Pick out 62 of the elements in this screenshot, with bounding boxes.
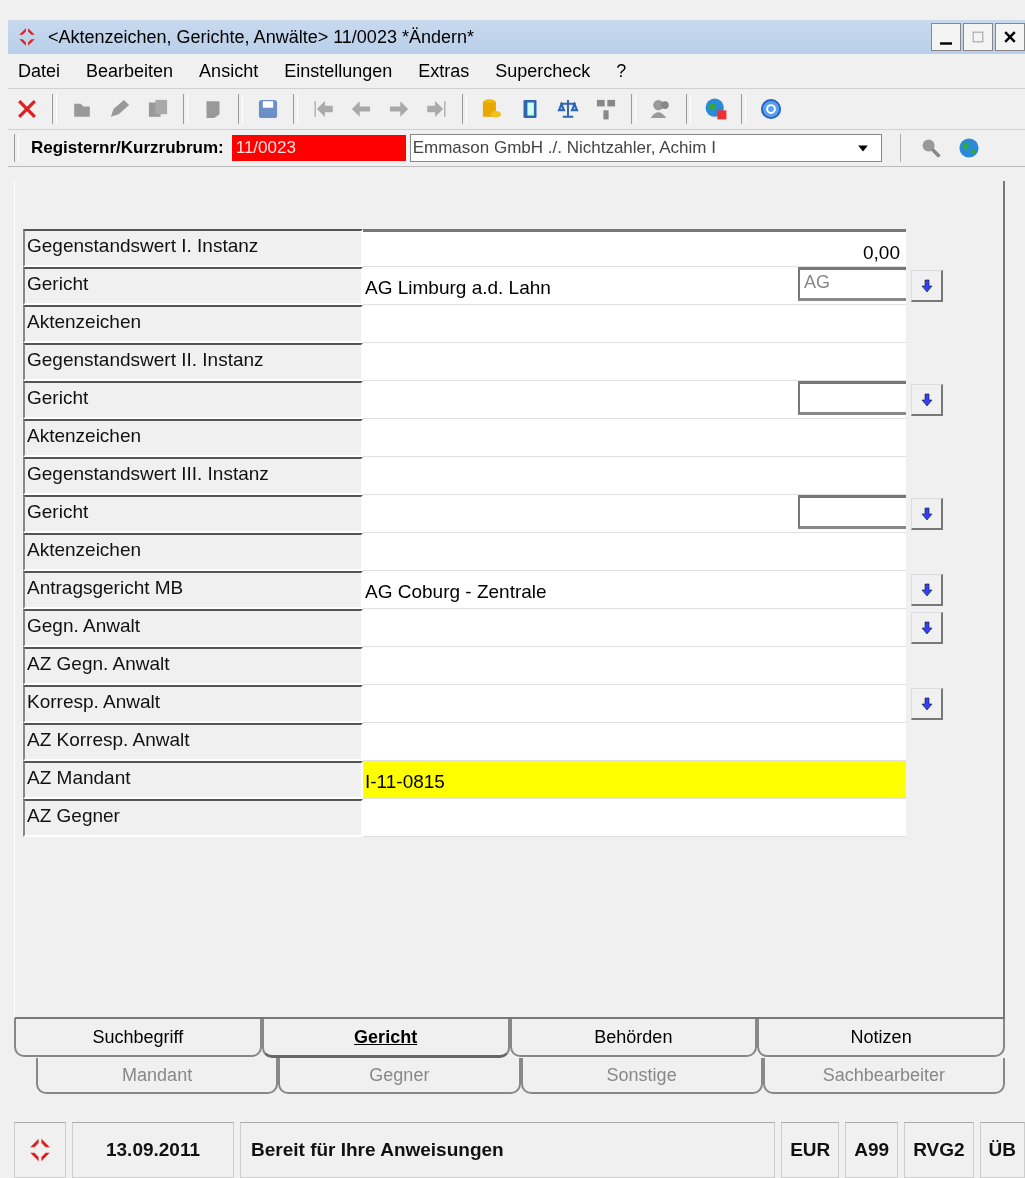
field-label: Gericht — [23, 495, 363, 533]
field-label: Gegenstandswert I. Instanz — [23, 229, 363, 267]
window-title: <Aktenzeichen, Gerichte, Anwälte> 11/0023 *Ändern* — [48, 26, 475, 48]
field-label: Antragsgericht MB — [23, 571, 363, 609]
menu-item[interactable]: Datei — [18, 60, 61, 82]
field-label: Gegenstandswert II. Instanz — [23, 343, 363, 381]
lookup-button[interactable] — [911, 498, 943, 530]
menu-item[interactable]: Ansicht — [199, 60, 259, 82]
field-label: Aktenzeichen — [23, 419, 363, 457]
field-label: AZ Gegn. Anwalt — [23, 647, 363, 685]
lookup-button[interactable] — [911, 270, 943, 302]
down-arrow-icon — [920, 278, 933, 293]
code-field[interactable]: AG — [798, 267, 906, 301]
status-indicator: A99 — [845, 1122, 899, 1178]
field-label: Gegenstandswert III. Instanz — [23, 457, 363, 495]
menu-item[interactable]: Einstellungen — [284, 60, 393, 82]
menu-item[interactable]: Supercheck — [495, 60, 591, 82]
menu-item[interactable]: Bearbeiten — [86, 60, 174, 82]
down-arrow-icon — [920, 392, 933, 407]
input-field[interactable]: I-11-0815 — [363, 761, 906, 798]
status-indicator: EUR — [781, 1122, 840, 1178]
code-field[interactable] — [798, 495, 906, 529]
tab[interactable]: Suchbegriff — [14, 1019, 262, 1057]
lookup-button[interactable] — [911, 574, 943, 606]
minimize-button[interactable] — [931, 23, 961, 51]
status-indicator: ÜB — [979, 1122, 1025, 1178]
field-label: Aktenzeichen — [23, 305, 363, 343]
field-label: Aktenzeichen — [23, 533, 363, 571]
register-label: Registernr/Kurzrubrum: — [31, 138, 224, 158]
tab[interactable]: Gericht — [261, 1019, 510, 1058]
field-label: Gericht — [23, 381, 363, 419]
minimize-icon — [940, 41, 952, 45]
tab[interactable]: Behörden — [509, 1019, 758, 1057]
field-label: Korresp. Anwalt — [23, 685, 363, 723]
field-label: AZ Korresp. Anwalt — [23, 723, 363, 761]
close-icon — [1004, 31, 1016, 43]
field-label: Gegn. Anwalt — [23, 609, 363, 647]
lookup-button[interactable] — [911, 612, 943, 644]
status-message: Bereit für Ihre Anweisungen — [240, 1122, 776, 1178]
menu-item[interactable]: Extras — [418, 60, 470, 82]
code-field[interactable] — [798, 381, 906, 415]
down-arrow-icon — [920, 696, 933, 711]
help-icon[interactable] — [758, 96, 784, 122]
field-label: AZ Gegner — [23, 799, 363, 837]
rubrum-dropdown[interactable]: Emmason GmbH ./. Nichtzahler, Achim I — [409, 134, 882, 162]
menu-item[interactable]: ? — [616, 60, 627, 82]
down-arrow-icon — [920, 620, 933, 635]
maximize-icon — [972, 31, 984, 43]
field-label: Gericht — [23, 267, 363, 305]
tab[interactable]: Notizen — [757, 1019, 1005, 1057]
field-label: AZ Mandant — [23, 761, 363, 799]
globe-icon[interactable] — [703, 96, 729, 122]
down-arrow-icon — [920, 582, 933, 597]
input-field[interactable]: AG Limburg a.d. Lahn — [363, 267, 798, 304]
status-date: 13.09.2011 — [72, 1122, 234, 1178]
close-button[interactable] — [995, 23, 1025, 51]
down-arrow-icon — [920, 506, 933, 521]
input-field[interactable]: AG Coburg - Zentrale — [363, 571, 906, 608]
lookup-button[interactable] — [911, 384, 943, 416]
status-indicator: RVG2 — [904, 1122, 974, 1178]
lookup-button[interactable] — [911, 688, 943, 720]
globe-icon[interactable] — [956, 136, 981, 160]
